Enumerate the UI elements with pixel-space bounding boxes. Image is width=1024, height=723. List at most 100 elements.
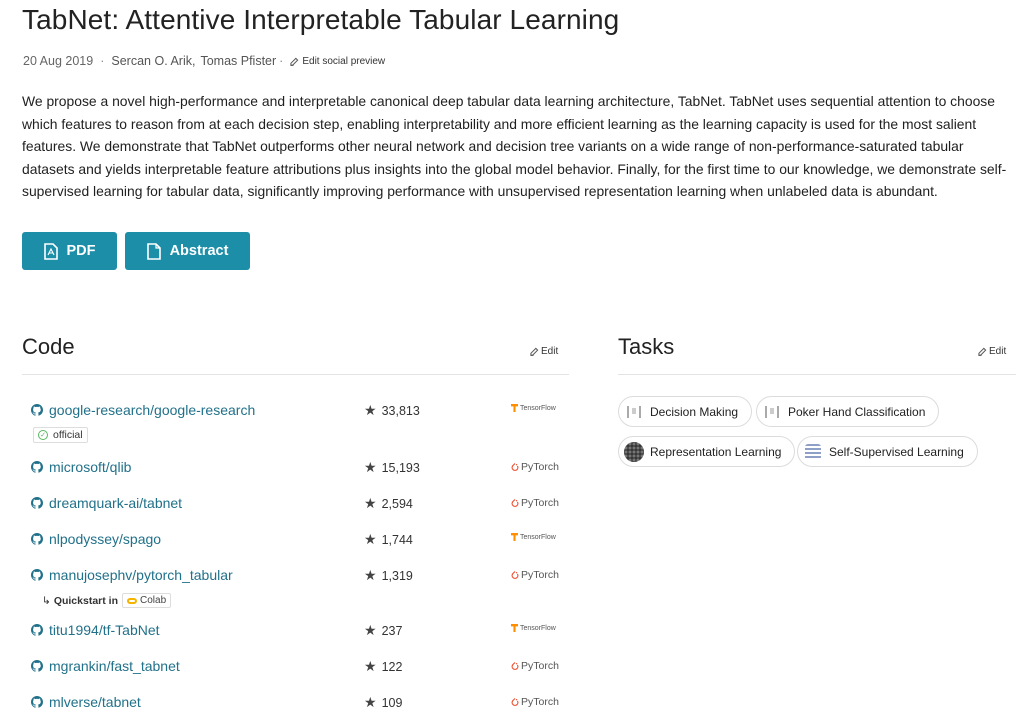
task-label: Poker Hand Classification (788, 404, 926, 419)
tensorflow-icon (511, 624, 518, 632)
code-edit-link[interactable]: Edit (530, 346, 558, 357)
bracket-icon (762, 402, 782, 422)
colab-icon (127, 597, 137, 604)
official-badge: ✓ official (33, 427, 88, 443)
tasks-edit-label: Edit (989, 346, 1007, 357)
repo-stars: ★ 2,594 (364, 495, 413, 512)
pdf-icon (43, 242, 58, 260)
paper-meta: 20 Aug 2019 · Sercan O. Arik, Tomas Pfis… (23, 54, 385, 68)
meta-separator: · (279, 54, 284, 68)
repo-name: manujosephv/pytorch_tabular (49, 567, 233, 583)
edit-social-label: Edit social preview (302, 55, 386, 67)
tasks-divider (618, 374, 1016, 375)
tensorflow-icon (511, 404, 518, 412)
framework-label: TensorFlow (520, 404, 556, 412)
repo-name: titu1994/tf-TabNet (49, 622, 160, 638)
pytorch-icon (511, 498, 519, 507)
task-chip-poker-hand-classification[interactable]: Poker Hand Classification (756, 396, 940, 427)
github-icon (31, 404, 43, 416)
star-count: 237 (381, 623, 403, 638)
repo-link[interactable]: microsoft/qlib (31, 459, 131, 475)
framework-badge: PyTorch (511, 461, 559, 473)
code-section-title: Code (22, 334, 75, 359)
paper-date: 20 Aug 2019 (23, 54, 94, 68)
bracket-icon (624, 402, 644, 422)
framework-badge: PyTorch (511, 569, 559, 581)
task-chip-decision-making[interactable]: Decision Making (618, 396, 753, 427)
repo-stars: ★ 1,744 (364, 531, 413, 548)
github-icon (31, 497, 43, 509)
document-icon (146, 242, 161, 260)
repo-link[interactable]: titu1994/tf-TabNet (31, 622, 160, 638)
abstract-text: We propose a novel high-performance and … (22, 93, 1007, 199)
star-icon: ★ (364, 402, 377, 418)
star-icon: ★ (364, 459, 377, 475)
star-count: 109 (381, 695, 403, 710)
github-icon (31, 461, 43, 473)
repo-link[interactable]: nlpodyssey/spago (31, 531, 161, 547)
colab-link[interactable]: Colab (122, 593, 172, 608)
repo-link[interactable]: google-research/google-research (31, 402, 255, 418)
repo-link[interactable]: dreamquark-ai/tabnet (31, 495, 182, 511)
code-divider (22, 374, 569, 375)
star-icon: ★ (364, 531, 377, 547)
repo-name: google-research/google-research (49, 402, 256, 418)
abstract-button-label: Abstract (169, 243, 229, 259)
repo-stars: ★ 15,193 (364, 459, 420, 476)
framework-badge: PyTorch (511, 696, 559, 708)
quickstart-row: ↳ Quickstart in Colab (42, 593, 172, 608)
repo-name: mlverse/tabnet (49, 694, 141, 710)
framework-label: PyTorch (521, 569, 559, 581)
repo-name: nlpodyssey/spago (49, 531, 162, 547)
pdf-button[interactable]: PDF (22, 232, 117, 270)
framework-label: PyTorch (521, 660, 559, 672)
quickstart-label: Quickstart in (53, 594, 118, 607)
pytorch-icon (511, 570, 519, 579)
framework-label: PyTorch (521, 696, 559, 708)
github-icon (31, 660, 43, 672)
github-icon (31, 696, 43, 708)
author-link[interactable]: Sercan O. Arik, (111, 54, 195, 68)
star-count: 2,594 (381, 496, 413, 511)
task-chip-representation-learning[interactable]: Representation Learning (618, 436, 796, 467)
abstract-button[interactable]: Abstract (125, 232, 250, 270)
tasks-edit-link[interactable]: Edit (978, 346, 1006, 357)
stack-icon (803, 442, 823, 462)
code-edit-label: Edit (541, 346, 559, 357)
star-icon: ★ (364, 622, 377, 638)
star-icon: ★ (364, 495, 377, 511)
repo-name: microsoft/qlib (49, 459, 132, 475)
author-link[interactable]: Tomas Pfister (200, 54, 276, 68)
star-icon: ★ (364, 658, 377, 674)
edit-icon (290, 57, 299, 66)
task-label: Representation Learning (650, 444, 782, 459)
check-icon: ✓ (38, 430, 48, 440)
github-icon (31, 624, 43, 636)
repo-name: dreamquark-ai/tabnet (49, 495, 183, 511)
repo-stars: ★ 237 (364, 622, 402, 639)
tasks-section-title: Tasks (618, 334, 675, 359)
task-label: Self-Supervised Learning (829, 444, 964, 459)
repo-link[interactable]: mgrankin/fast_tabnet (31, 658, 180, 674)
repo-link[interactable]: mlverse/tabnet (31, 694, 141, 710)
framework-badge: PyTorch (511, 497, 559, 509)
meta-separator: · (100, 54, 105, 68)
framework-badge: TensorFlow (511, 533, 556, 541)
framework-badge: TensorFlow (511, 624, 556, 632)
star-count: 122 (381, 659, 403, 674)
github-icon (31, 533, 43, 545)
framework-badge: PyTorch (511, 660, 559, 672)
edit-icon (530, 347, 539, 356)
edit-social-preview-link[interactable]: Edit social preview (290, 56, 385, 67)
task-chip-self-supervised-learning[interactable]: Self-Supervised Learning (797, 436, 978, 467)
colab-label: Colab (140, 595, 167, 606)
framework-label: TensorFlow (520, 533, 556, 541)
pytorch-icon (511, 697, 519, 706)
paper-title: TabNet: Attentive Interpretable Tabular … (22, 4, 620, 35)
star-count: 15,193 (381, 460, 420, 475)
star-count: 33,813 (381, 403, 420, 418)
repo-stars: ★ 109 (364, 694, 402, 711)
repo-link[interactable]: manujosephv/pytorch_tabular (31, 567, 233, 583)
star-count: 1,319 (381, 568, 413, 583)
github-icon (31, 569, 43, 581)
